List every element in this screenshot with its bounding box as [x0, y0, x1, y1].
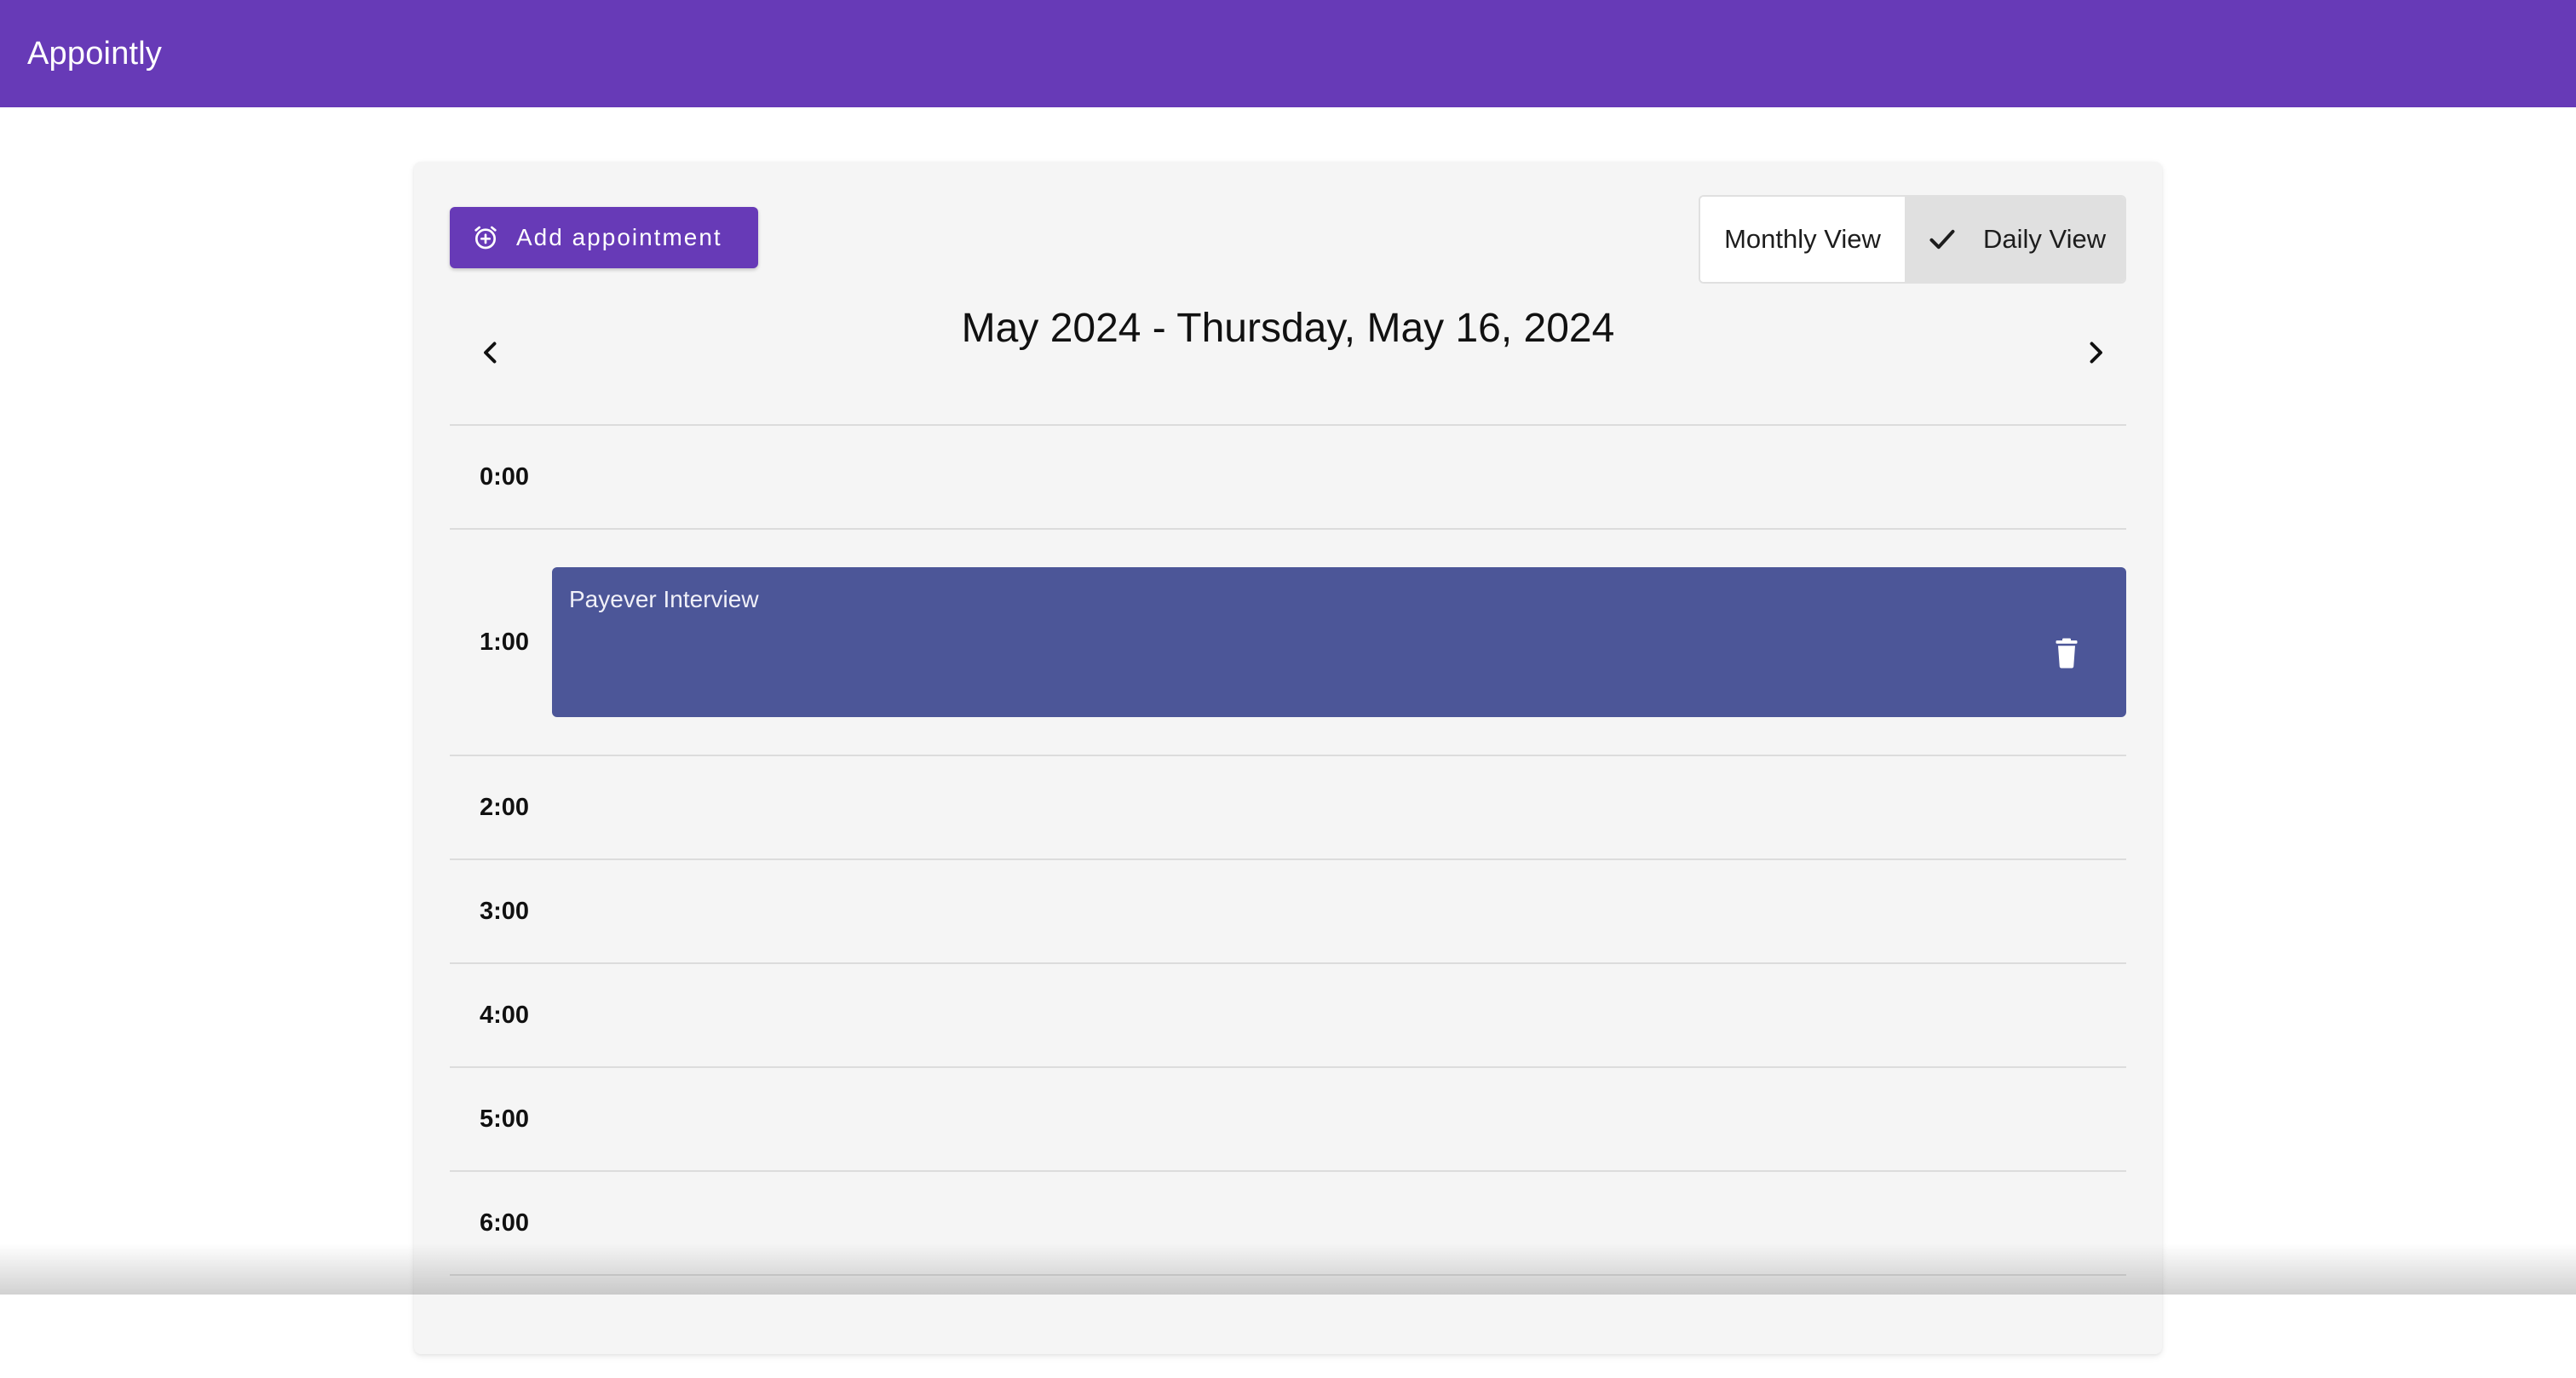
hour-label: 3:00: [450, 860, 559, 962]
appointment-card[interactable]: Payever Interview: [552, 567, 2126, 717]
add-appointment-button[interactable]: Add appointment: [450, 207, 758, 268]
hour-row[interactable]: 6:00: [450, 1170, 2126, 1274]
app-title: Appointly: [27, 36, 162, 72]
hour-row[interactable]: 4:00: [450, 962, 2126, 1066]
hour-row[interactable]: 1:00 Payever Interview: [450, 528, 2126, 755]
hour-label: 4:00: [450, 964, 559, 1066]
view-toggle-group: Monthly View Daily View: [1699, 195, 2126, 284]
delete-appointment-button[interactable]: [2050, 635, 2084, 675]
hour-label: 5:00: [450, 1068, 559, 1170]
daily-view-label: Daily View: [1983, 224, 2106, 255]
appointment-title: Payever Interview: [569, 586, 759, 613]
hour-rows: 0:00 1:00 Payever Interview 2:00: [450, 424, 2126, 1378]
add-appointment-label: Add appointment: [516, 224, 722, 251]
hour-row[interactable]: 3:00: [450, 858, 2126, 962]
chevron-right-icon: [2080, 337, 2111, 372]
trash-icon: [2054, 638, 2079, 673]
alarm-add-icon: [472, 224, 499, 251]
hour-label: 0:00: [450, 426, 559, 528]
calendar-card: Add appointment Monthly View Daily View …: [414, 162, 2162, 1354]
hour-label: 1:00: [450, 530, 559, 755]
monthly-view-label: Monthly View: [1724, 224, 1881, 255]
date-heading: May 2024 - Thursday, May 16, 2024: [414, 305, 2162, 352]
hour-row[interactable]: 5:00: [450, 1066, 2126, 1170]
monthly-view-toggle[interactable]: Monthly View: [1700, 197, 1906, 282]
check-icon: [1925, 222, 1959, 256]
next-day-button[interactable]: [2070, 329, 2121, 380]
hour-label: 2:00: [450, 756, 559, 858]
hour-row[interactable]: [450, 1274, 2126, 1378]
hour-row[interactable]: 2:00: [450, 755, 2126, 858]
daily-view-toggle[interactable]: Daily View: [1906, 197, 2125, 282]
app-bar: Appointly: [0, 0, 2576, 107]
hour-row[interactable]: 0:00: [450, 424, 2126, 528]
hour-label: 6:00: [450, 1172, 559, 1274]
